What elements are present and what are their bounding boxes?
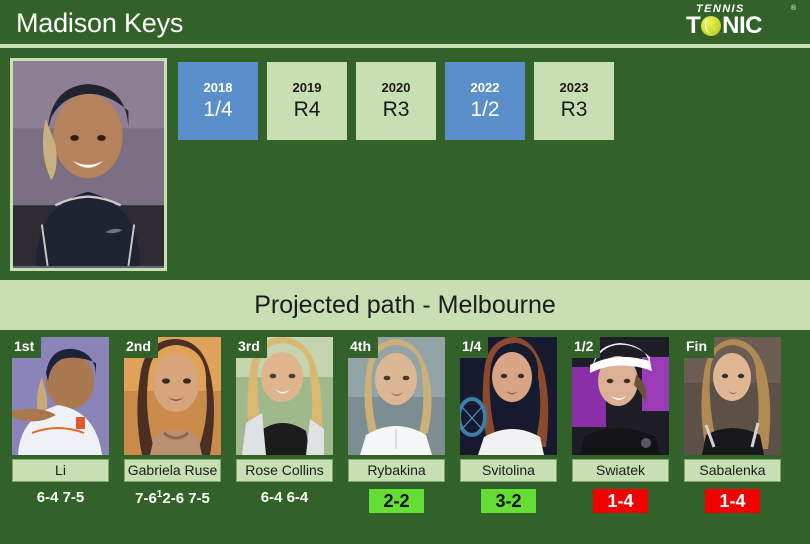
opponent-card[interactable]: Fin Sabalenka 1-4 — [684, 337, 781, 542]
logo-letter-t: T — [686, 12, 701, 39]
head-to-head-badge: 1-4 — [705, 489, 760, 513]
match-score: 7-612-6 7-5 — [135, 489, 210, 507]
head-to-head-badge: 1-4 — [593, 489, 648, 513]
match-score: 6-4 6-4 — [260, 489, 309, 506]
year-round: R3 — [560, 98, 588, 121]
round-label: 3rd — [236, 337, 267, 358]
year-label: 2020 — [381, 80, 411, 95]
year-round: 1/2 — [470, 98, 500, 121]
tennis-ball-icon — [701, 16, 722, 36]
opponent-photo: 1/2 — [572, 337, 669, 455]
round-label: 1/2 — [572, 337, 601, 358]
year-result-2022[interactable]: 2022 1/2 — [445, 62, 525, 140]
opponent-photo: 1st — [12, 337, 109, 455]
opponent-card[interactable]: 3rd Rose Collins 6-4 6-4 — [236, 337, 333, 542]
opponent-photo: 4th — [348, 337, 445, 455]
opponent-card[interactable]: 4th Rybakina 2-2 — [348, 337, 445, 542]
logo-letters-nic: NIC — [722, 12, 763, 39]
year-result-2019[interactable]: 2019 R4 — [267, 62, 347, 140]
opponent-name: Rybakina — [348, 459, 445, 482]
opponent-name: Gabriela Ruse — [124, 459, 221, 482]
match-score: 6-4 7-5 — [36, 489, 85, 506]
projected-path-cards: 1st Li 6-4 7-5 2nd Gabriela Ruse 7-612-6… — [0, 330, 810, 542]
projected-path-header: Projected path - Melbourne — [0, 280, 810, 330]
page-header: Madison Keys TENNIS T NIC ® — [0, 0, 810, 44]
year-result-2018[interactable]: 2018 1/4 — [178, 62, 258, 140]
opponent-card[interactable]: 1st Li 6-4 7-5 — [12, 337, 109, 542]
player-photo-art — [13, 61, 164, 266]
opponent-photo: Fin — [684, 337, 781, 455]
registered-mark: ® — [790, 5, 796, 12]
tennis-tonic-logo[interactable]: TENNIS T NIC ® — [686, 3, 798, 43]
year-label: 2022 — [470, 80, 500, 95]
round-label: 2nd — [124, 337, 158, 358]
opponent-name: Li — [12, 459, 109, 482]
opponent-name: Svitolina — [460, 459, 557, 482]
year-round: R4 — [293, 98, 321, 121]
opponent-name: Rose Collins — [236, 459, 333, 482]
opponent-photo: 3rd — [236, 337, 333, 455]
year-label: 2018 — [203, 80, 233, 95]
year-label: 2023 — [559, 80, 589, 95]
page-title: Madison Keys — [16, 8, 184, 38]
head-to-head-badge: 2-2 — [369, 489, 424, 513]
opponent-photo: 2nd — [124, 337, 221, 455]
projected-path-title: Projected path - Melbourne — [254, 290, 556, 319]
round-label: 1/4 — [460, 337, 489, 358]
year-round: R3 — [382, 98, 410, 121]
opponent-card[interactable]: 2nd Gabriela Ruse 7-612-6 7-5 — [124, 337, 221, 542]
player-overview-panel: 2018 1/4 2019 R4 2020 R3 2022 1/2 2023 R… — [0, 48, 810, 280]
player-photo — [10, 58, 167, 271]
opponent-name: Swiatek — [572, 459, 669, 482]
year-label: 2019 — [292, 80, 322, 95]
logo-wordmark: T NIC — [686, 12, 798, 39]
year-round: 1/4 — [203, 98, 233, 121]
round-label: Fin — [684, 337, 714, 358]
year-result-2023[interactable]: 2023 R3 — [534, 62, 614, 140]
year-results-list: 2018 1/4 2019 R4 2020 R3 2022 1/2 2023 R… — [178, 62, 614, 140]
year-result-2020[interactable]: 2020 R3 — [356, 62, 436, 140]
round-label: 1st — [12, 337, 42, 358]
opponent-card[interactable]: 1/2 Swiatek 1-4 — [572, 337, 669, 542]
opponent-name: Sabalenka — [684, 459, 781, 482]
opponent-card[interactable]: 1/4 Svitolina 3-2 — [460, 337, 557, 542]
head-to-head-badge: 3-2 — [481, 489, 536, 513]
round-label: 4th — [348, 337, 378, 358]
opponent-photo: 1/4 — [460, 337, 557, 455]
